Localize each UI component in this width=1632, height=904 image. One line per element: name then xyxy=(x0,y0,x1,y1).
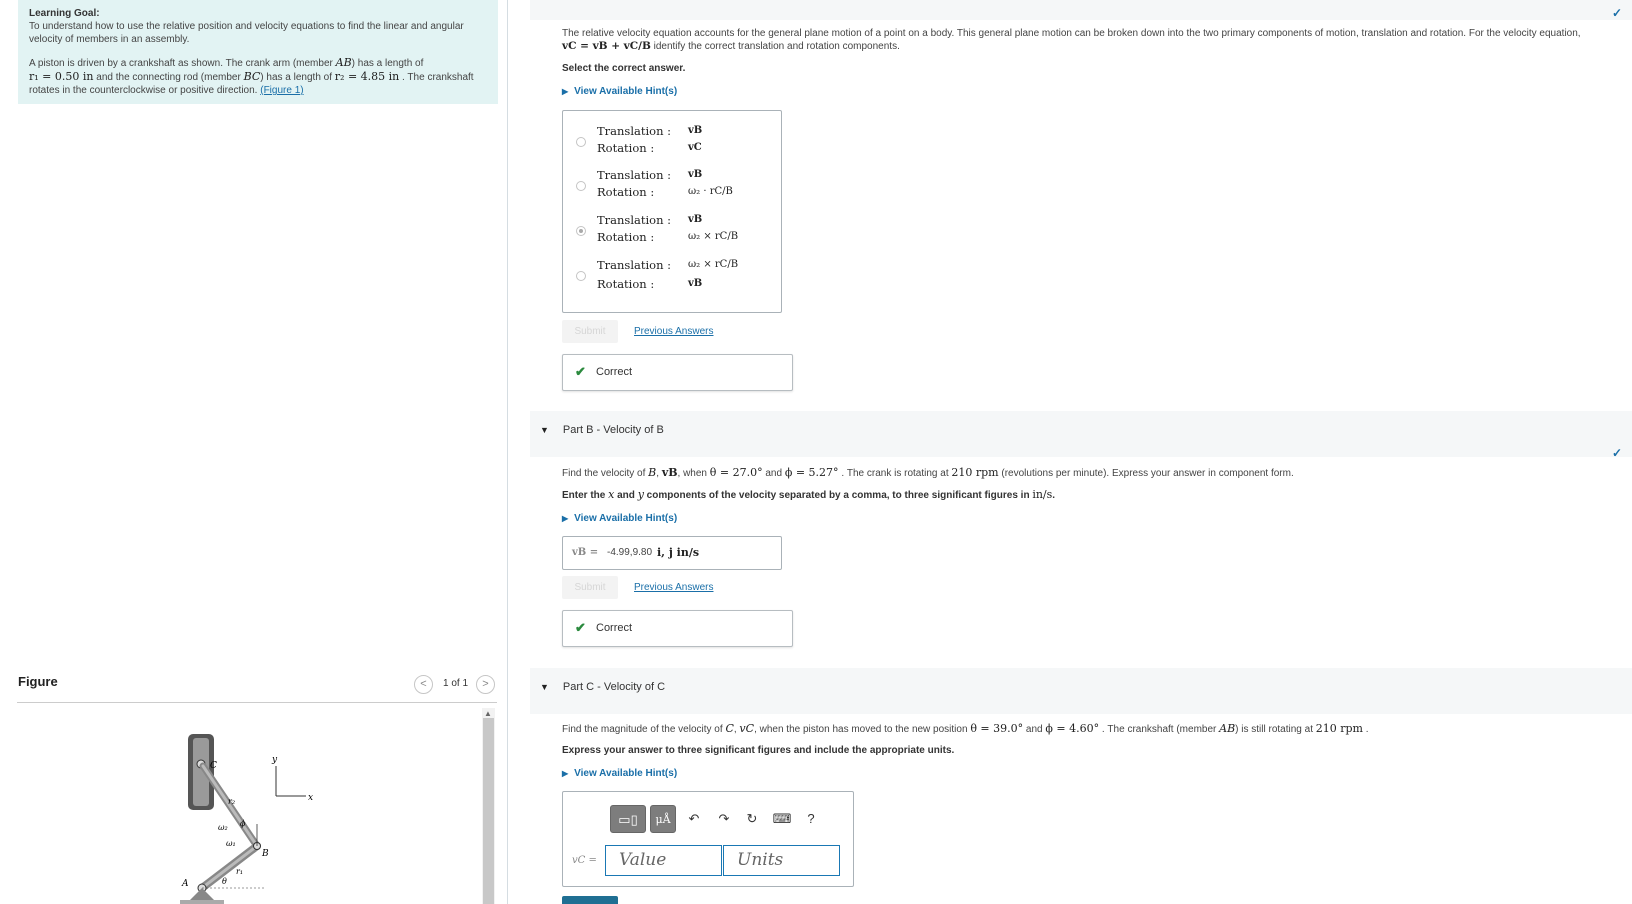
part-a-check-icon: ✓ xyxy=(1612,6,1623,20)
part-b-hint-link[interactable]: ▶ View Available Hint(s) xyxy=(562,513,677,524)
figure-image: y x C r₂ ϕ ω₂ ω₁ B A θ r₁ xyxy=(180,734,313,904)
part-a-previous-answers-link[interactable]: Previous Answers xyxy=(634,326,713,337)
part-b-check-icon: ✓ xyxy=(1612,446,1623,460)
part-b-answer-label: vB = xyxy=(572,547,599,558)
part-b-submit-button[interactable]: Submit xyxy=(562,576,618,599)
hint-triangle-icon: ▶ xyxy=(562,769,569,778)
part-c-submit-button[interactable] xyxy=(562,896,618,904)
reset-icon[interactable]: ↻ xyxy=(741,805,763,833)
x-axis-label: x xyxy=(308,793,313,803)
learning-goal-title: Learning Goal: xyxy=(29,8,100,19)
part-b-previous-answers-link[interactable]: Previous Answers xyxy=(634,582,713,593)
radio-3[interactable] xyxy=(576,226,586,236)
scroll-thumb[interactable] xyxy=(483,718,494,904)
part-b-question: Find the velocity of B, vB, when θ = 27.… xyxy=(562,466,1294,479)
correct-check-icon: ✔ xyxy=(575,364,586,379)
radio-1[interactable] xyxy=(576,137,586,147)
y-axis-label: y xyxy=(271,755,278,765)
part-b-answer-units: i, j in/s xyxy=(657,546,700,559)
figure-link[interactable]: (Figure 1) xyxy=(260,85,303,96)
collapse-caret-icon: ▼ xyxy=(540,682,549,692)
figure-header: Figure < 1 of 1 > xyxy=(18,674,498,696)
choice-3[interactable]: Translation : vB Rotation : ω₂ × rC/B xyxy=(563,206,783,250)
label-b: B xyxy=(261,849,269,859)
figure-scrollbar[interactable]: ▲ xyxy=(482,708,495,904)
part-a-submit-button[interactable]: Submit xyxy=(562,320,618,343)
crank-arm-highlight xyxy=(200,844,259,890)
part-b-instructions: Enter the x and y components of the velo… xyxy=(562,488,1056,501)
part-c-instructions: Express your answer to three significant… xyxy=(562,745,955,756)
learning-goal-text: To understand how to use the relative po… xyxy=(29,21,464,45)
part-b-answer-value[interactable]: -4.99,9.80 xyxy=(607,547,652,558)
part-a-prompt: Select the correct answer. xyxy=(562,63,686,74)
problem-statement: A piston is driven by a crankshaft as sh… xyxy=(29,56,474,96)
figure-count: 1 of 1 xyxy=(443,678,469,689)
part-c-hint-link[interactable]: ▶ View Available Hint(s) xyxy=(562,768,677,779)
left-panel: Learning Goal: To understand how to use … xyxy=(0,0,508,904)
figure-title: Figure xyxy=(18,674,58,689)
part-a-header[interactable] xyxy=(530,0,1632,20)
value-input[interactable]: Value xyxy=(605,845,722,876)
part-a-result: ✔ Correct xyxy=(562,354,793,391)
label-r2: r₂ xyxy=(228,797,235,806)
radio-4[interactable] xyxy=(576,271,586,281)
ground xyxy=(180,900,224,904)
hint-triangle-icon: ▶ xyxy=(562,514,569,523)
label-omega2: ω₂ xyxy=(218,823,228,832)
label-c: C xyxy=(210,761,217,771)
part-a-choices: Translation : vB Rotation : vC Translati… xyxy=(562,110,782,313)
units-input[interactable]: Units xyxy=(723,845,840,876)
choice-2[interactable]: Translation : vB Rotation : ω₂ · rC/B xyxy=(563,161,783,205)
ground-support xyxy=(190,888,214,900)
part-b-header[interactable] xyxy=(530,411,1632,457)
choice-4[interactable]: Translation : ω₂ × rC/B Rotation : vB xyxy=(563,251,783,295)
label-a: A xyxy=(181,879,189,889)
label-r1: r₁ xyxy=(236,867,243,876)
part-a-intro: The relative velocity equation accounts … xyxy=(562,28,1581,52)
part-b-answer-box[interactable]: vB = -4.99,9.80 i, j in/s xyxy=(562,536,782,570)
radio-2[interactable] xyxy=(576,181,586,191)
part-c-title[interactable]: ▼ Part C - Velocity of C xyxy=(540,681,665,693)
part-c-header[interactable] xyxy=(530,668,1632,714)
scroll-up-icon[interactable]: ▲ xyxy=(484,709,492,718)
label-phi: ϕ xyxy=(240,819,246,828)
templates-icon[interactable]: ▭▯ xyxy=(610,805,646,833)
choice-1[interactable]: Translation : vB Rotation : vC xyxy=(563,117,783,161)
hint-triangle-icon: ▶ xyxy=(562,87,569,96)
right-panel: ✓ The relative velocity equation account… xyxy=(530,0,1632,904)
part-a-hint-link[interactable]: ▶ View Available Hint(s) xyxy=(562,86,677,97)
help-icon[interactable]: ? xyxy=(801,805,821,833)
figure-divider xyxy=(17,702,497,703)
part-c-answer-box: ▭▯ μÅ ↶ ↷ ↻ ⌨ ? vC = Value Units xyxy=(562,791,854,887)
redo-icon[interactable]: ↷ xyxy=(713,805,735,833)
correct-check-icon: ✔ xyxy=(575,620,586,635)
keyboard-icon[interactable]: ⌨ xyxy=(771,805,793,833)
part-c-answer-label: vC = xyxy=(572,855,597,866)
label-omega1: ω₁ xyxy=(226,839,236,848)
collapse-caret-icon: ▼ xyxy=(540,425,549,435)
undo-icon[interactable]: ↶ xyxy=(683,805,705,833)
figure-next-button[interactable]: > xyxy=(476,675,495,694)
label-theta: θ xyxy=(222,877,227,886)
part-b-result: ✔ Correct xyxy=(562,610,793,647)
part-c-question: Find the magnitude of the velocity of C,… xyxy=(562,722,1369,735)
figure-prev-button[interactable]: < xyxy=(414,675,433,694)
part-b-title[interactable]: ▼ Part B - Velocity of B xyxy=(540,424,664,436)
mu-units-icon[interactable]: μÅ xyxy=(650,805,676,833)
learning-goal-box: Learning Goal: To understand how to use … xyxy=(18,0,498,104)
